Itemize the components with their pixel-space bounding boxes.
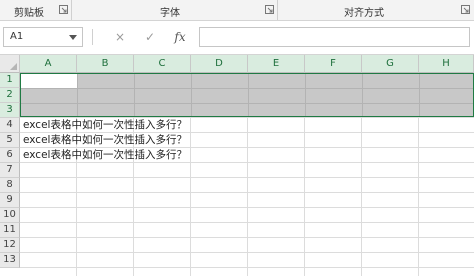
font-launcher-icon[interactable] xyxy=(265,5,274,14)
row-header-9[interactable]: 9 xyxy=(0,193,20,208)
cell-a4[interactable]: excel表格中如何一次性插入多行？ xyxy=(23,118,187,133)
gridline xyxy=(305,74,306,116)
row-header-3[interactable]: 3 xyxy=(0,103,20,118)
column-header-c[interactable]: C xyxy=(134,55,191,73)
insert-function-icon[interactable]: fx xyxy=(171,28,189,46)
enter-icon[interactable]: ✓ xyxy=(141,28,159,46)
select-all-triangle-icon xyxy=(10,63,17,70)
alignment-launcher-icon[interactable] xyxy=(461,5,470,14)
column-header-b[interactable]: B xyxy=(77,55,134,73)
cell-a5[interactable]: excel表格中如何一次性插入多行？ xyxy=(23,133,187,148)
row-header-11[interactable]: 11 xyxy=(0,223,20,238)
selected-range[interactable] xyxy=(20,73,474,117)
clipboard-launcher-icon[interactable] xyxy=(59,5,68,14)
select-all-button[interactable] xyxy=(0,55,20,73)
alignment-group: 对齐方式 xyxy=(278,0,474,20)
column-header-f[interactable]: F xyxy=(305,55,362,73)
clipboard-group: 剪贴板 xyxy=(0,0,72,20)
divider xyxy=(92,29,93,45)
gridline xyxy=(134,74,135,116)
name-box-value: A1 xyxy=(10,31,24,42)
row-header-8[interactable]: 8 xyxy=(0,178,20,193)
column-header-e[interactable]: E xyxy=(248,55,305,73)
column-header-g[interactable]: G xyxy=(362,55,419,73)
gridline xyxy=(77,74,78,116)
active-cell-a1[interactable] xyxy=(21,74,77,88)
font-group: 字体 xyxy=(72,0,278,20)
row-header-13[interactable]: 13 xyxy=(0,253,20,268)
formula-buttons: × ✓ fx xyxy=(103,27,195,47)
row-header-12[interactable]: 12 xyxy=(0,238,20,253)
chevron-down-icon[interactable] xyxy=(69,35,77,40)
font-group-label: 字体 xyxy=(160,8,180,19)
gridline xyxy=(419,74,420,116)
clipboard-group-label: 剪贴板 xyxy=(14,8,44,19)
formula-input[interactable] xyxy=(199,27,470,47)
cancel-icon[interactable]: × xyxy=(111,28,129,46)
row-header-5[interactable]: 5 xyxy=(0,133,20,148)
gridline xyxy=(362,74,363,116)
alignment-group-label: 对齐方式 xyxy=(344,8,384,19)
column-header-d[interactable]: D xyxy=(191,55,248,73)
row-header-2[interactable]: 2 xyxy=(0,88,20,103)
row-header-10[interactable]: 10 xyxy=(0,208,20,223)
row-header-1[interactable]: 1 xyxy=(0,73,20,88)
gridline xyxy=(191,74,192,116)
row-header-6[interactable]: 6 xyxy=(0,148,20,163)
cell-a6[interactable]: excel表格中如何一次性插入多行？ xyxy=(23,148,187,163)
gridline xyxy=(21,103,473,104)
gridline xyxy=(21,88,473,89)
gridline xyxy=(248,74,249,116)
column-header-a[interactable]: A xyxy=(20,55,77,73)
row-header-7[interactable]: 7 xyxy=(0,163,20,178)
row-header-4[interactable]: 4 xyxy=(0,118,20,133)
name-box[interactable]: A1 xyxy=(3,27,83,47)
ribbon-group-bar: 剪贴板 字体 对齐方式 xyxy=(0,0,474,21)
column-header-h[interactable]: H xyxy=(419,55,474,73)
